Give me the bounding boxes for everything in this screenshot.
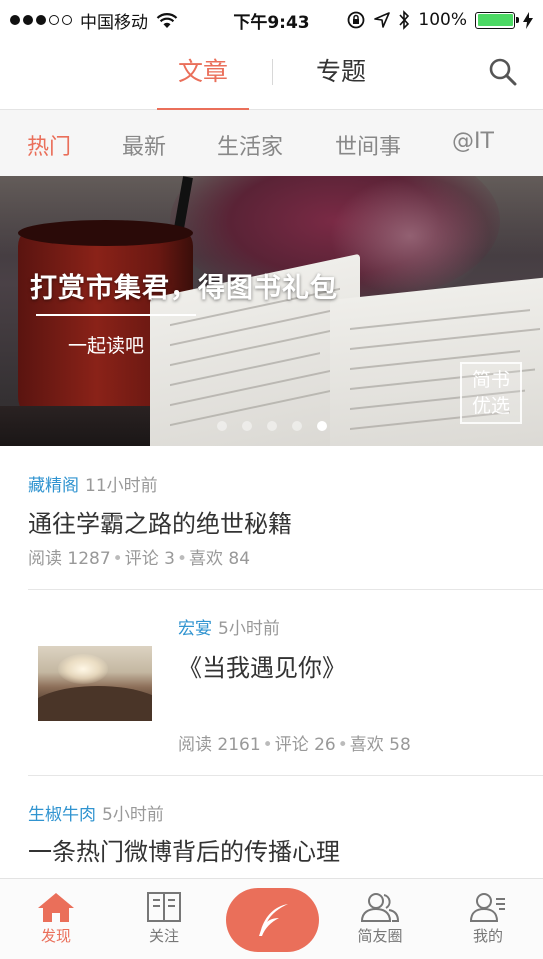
tab-friends-circle-label: 简友圈 (357, 927, 403, 945)
post-time: 11小时前 (85, 476, 158, 496)
signal-strength-icon (10, 15, 72, 25)
article-card[interactable]: 藏精阁 11小时前 通往学霸之路的绝世秘籍 阅读 1287 • 评论 3 • 喜欢 84 (0, 446, 543, 591)
tab-mine[interactable]: 我的 (443, 891, 533, 946)
featured-banner[interactable]: 打赏市集君，得图书礼包 一起读吧 简书 优选 (0, 176, 543, 446)
banner-subtitle: 一起读吧 (68, 335, 145, 357)
home-icon (38, 893, 74, 922)
author-name[interactable]: 生椒牛肉 (28, 805, 96, 825)
tab-topics[interactable]: 专题 (316, 40, 366, 110)
article-stats: 阅读 1287 • 评论 3 • 喜欢 84 (28, 549, 251, 569)
top-navigation: 文章 专题 (0, 40, 543, 111)
article-thumbnail[interactable] (38, 646, 152, 721)
tab-discover[interactable]: 发现 (11, 891, 101, 946)
search-icon[interactable] (487, 56, 519, 88)
rotation-lock-icon (347, 11, 365, 29)
jianshu-selected-badge: 简书 优选 (460, 362, 522, 424)
write-button[interactable] (226, 888, 319, 952)
tab-discover-label: 发现 (40, 927, 71, 945)
article-stats: 阅读 2161 • 评论 26 • 喜欢 58 (178, 735, 411, 755)
author-name[interactable]: 宏宴 (178, 619, 212, 639)
category-latest[interactable]: 最新 (122, 129, 166, 161)
charging-bolt-icon (523, 11, 533, 29)
post-time: 5小时前 (102, 805, 164, 825)
category-lifestyle[interactable]: 生活家 (217, 129, 283, 161)
wifi-icon (156, 12, 178, 28)
bluetooth-icon (399, 10, 410, 30)
page-dot[interactable] (217, 421, 227, 431)
page-dot[interactable] (317, 421, 327, 431)
bottom-tab-bar: 发现 关注 简友圈 我的 (0, 878, 543, 959)
location-arrow-icon (374, 12, 391, 28)
status-bar: 中国移动 下午9:43 100% (0, 0, 543, 40)
article-title[interactable]: 《当我遇见你》 (178, 648, 346, 683)
banner-divider (36, 314, 196, 316)
carrier-name: 中国移动 (80, 12, 148, 33)
tab-articles[interactable]: 文章 (157, 40, 249, 111)
tab-topics-label: 专题 (316, 57, 367, 86)
page-dot[interactable] (267, 421, 277, 431)
article-title[interactable]: 一条热门微博背后的传播心理 (28, 832, 340, 867)
tab-mine-label: 我的 (472, 927, 503, 945)
article-title[interactable]: 通往学霸之路的绝世秘籍 (28, 504, 292, 539)
book-icon (147, 892, 181, 922)
article-card[interactable]: 生椒牛肉 5小时前 一条热门微博背后的传播心理 (0, 776, 543, 876)
tab-divider (272, 59, 273, 85)
tab-following-label: 关注 (148, 927, 179, 945)
article-card[interactable]: 宏宴 5小时前 《当我遇见你》 阅读 2161 • 评论 26 • 喜欢 58 (0, 590, 543, 776)
category-hot[interactable]: 热门 (27, 129, 71, 161)
category-strip: 热门 最新 生活家 世间事 @IT (0, 110, 543, 176)
tab-articles-label: 文章 (177, 57, 228, 86)
banner-page-indicator (217, 421, 327, 431)
page-dot[interactable] (292, 421, 302, 431)
friends-icon (360, 893, 400, 922)
profile-icon (469, 893, 505, 922)
quill-icon (258, 904, 288, 936)
battery-percentage: 100% (418, 10, 467, 30)
page-dot[interactable] (242, 421, 252, 431)
tab-friends-circle[interactable]: 简友圈 (335, 891, 425, 946)
author-name[interactable]: 藏精阁 (28, 476, 79, 496)
tab-following[interactable]: 关注 (119, 891, 209, 946)
post-time: 5小时前 (218, 619, 280, 639)
category-it[interactable]: @IT (452, 129, 494, 154)
battery-icon (475, 11, 519, 29)
app-screen: 中国移动 下午9:43 100% 文章 专题 热门 最新 生活家 世间事 @IT… (0, 0, 543, 959)
banner-title: 打赏市集君，得图书礼包 (30, 273, 338, 304)
category-world[interactable]: 世间事 (335, 129, 401, 161)
